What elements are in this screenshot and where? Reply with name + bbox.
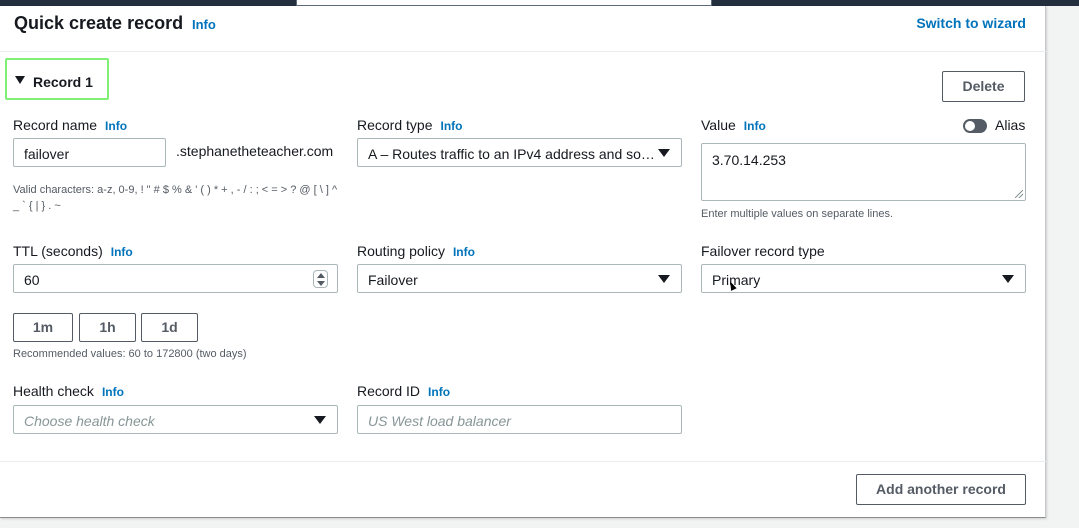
add-another-record-button[interactable]: Add another record — [856, 474, 1026, 505]
resize-grip-icon[interactable] — [1015, 190, 1023, 198]
dropdown-arrow-icon — [1002, 275, 1014, 283]
alias-toggle[interactable] — [963, 119, 987, 133]
record-name-info-link[interactable]: Info — [105, 119, 127, 133]
record-type-value: A – Routes traffic to an IPv4 address an… — [368, 146, 655, 162]
domain-suffix: .stephanetheteacher.com — [176, 143, 334, 159]
health-check-label-text: Health check — [13, 383, 94, 399]
ttl-1h-button[interactable]: 1h — [79, 313, 136, 342]
record-name-value: failover — [24, 146, 70, 162]
quick-create-panel: Quick create record Info Switch to wizar… — [0, 6, 1046, 518]
record-id-info-link[interactable]: Info — [428, 385, 450, 399]
number-stepper[interactable] — [313, 270, 328, 288]
record-expander-label: Record 1 — [33, 74, 93, 90]
routing-policy-label: Routing policy Info — [357, 243, 475, 259]
health-check-info-link[interactable]: Info — [102, 385, 124, 399]
dropdown-arrow-icon — [658, 275, 670, 283]
record-name-label-text: Record name — [13, 117, 98, 133]
footer-divider — [0, 461, 1046, 462]
toggle-knob — [965, 121, 975, 131]
delete-button[interactable]: Delete — [942, 71, 1025, 102]
ttl-label: TTL (seconds) Info — [13, 243, 133, 259]
record-id-label: Record ID Info — [357, 383, 450, 399]
ttl-input[interactable]: 60 — [13, 264, 338, 293]
record-type-select[interactable]: A – Routes traffic to an IPv4 address an… — [357, 138, 682, 167]
record-id-placeholder: US West load balancer — [368, 413, 511, 429]
ttl-1m-button[interactable]: 1m — [13, 313, 73, 342]
ttl-hint: Recommended values: 60 to 172800 (two da… — [13, 348, 247, 360]
ttl-info-link[interactable]: Info — [111, 245, 133, 259]
routing-policy-info-link[interactable]: Info — [453, 245, 475, 259]
record-name-hint: Valid characters: a-z, 0-9, ! " # $ % & … — [13, 184, 338, 212]
failover-type-value: Primary — [712, 272, 761, 288]
ttl-label-text: TTL (seconds) — [13, 243, 103, 259]
record-type-label-text: Record type — [357, 117, 433, 133]
routing-policy-label-text: Routing policy — [357, 243, 445, 259]
header-divider — [0, 51, 1046, 52]
record-type-info-link[interactable]: Info — [440, 119, 462, 133]
panel-header: Quick create record Info Switch to wizar… — [0, 6, 1046, 52]
record-id-input[interactable]: US West load balancer — [357, 405, 682, 434]
record-name-label: Record name Info — [13, 117, 127, 133]
record-type-label: Record type Info — [357, 117, 462, 133]
stepper-down-icon[interactable] — [317, 281, 325, 286]
value-label: Value Info — [701, 117, 766, 133]
health-check-placeholder: Choose health check — [24, 413, 155, 429]
stepper-up-icon[interactable] — [317, 273, 325, 278]
header-info-link[interactable]: Info — [192, 17, 216, 32]
switch-to-wizard-link[interactable]: Switch to wizard — [916, 15, 1026, 31]
ttl-value: 60 — [24, 272, 40, 288]
dropdown-arrow-icon — [658, 149, 670, 157]
value-info-link[interactable]: Info — [744, 119, 766, 133]
record-expander[interactable]: Record 1 — [5, 58, 109, 100]
value-label-text: Value — [701, 117, 736, 133]
routing-policy-select[interactable]: Failover — [357, 264, 682, 293]
value-text: 3.70.14.253 — [712, 152, 786, 168]
failover-type-select[interactable]: Primary — [701, 264, 1026, 293]
caret-down-icon — [15, 76, 25, 84]
dropdown-arrow-icon — [314, 416, 326, 424]
alias-label: Alias — [995, 117, 1026, 133]
record-name-input[interactable]: failover — [13, 138, 166, 167]
health-check-label: Health check Info — [13, 383, 124, 399]
health-check-select[interactable]: Choose health check — [13, 405, 338, 434]
page-title: Quick create record — [14, 13, 184, 33]
routing-policy-value: Failover — [368, 272, 418, 288]
value-hint: Enter multiple values on separate lines. — [701, 208, 893, 220]
record-id-label-text: Record ID — [357, 383, 421, 399]
ttl-1d-button[interactable]: 1d — [141, 313, 198, 342]
failover-type-label: Failover record type — [701, 243, 825, 259]
value-textarea[interactable]: 3.70.14.253 — [701, 143, 1026, 201]
